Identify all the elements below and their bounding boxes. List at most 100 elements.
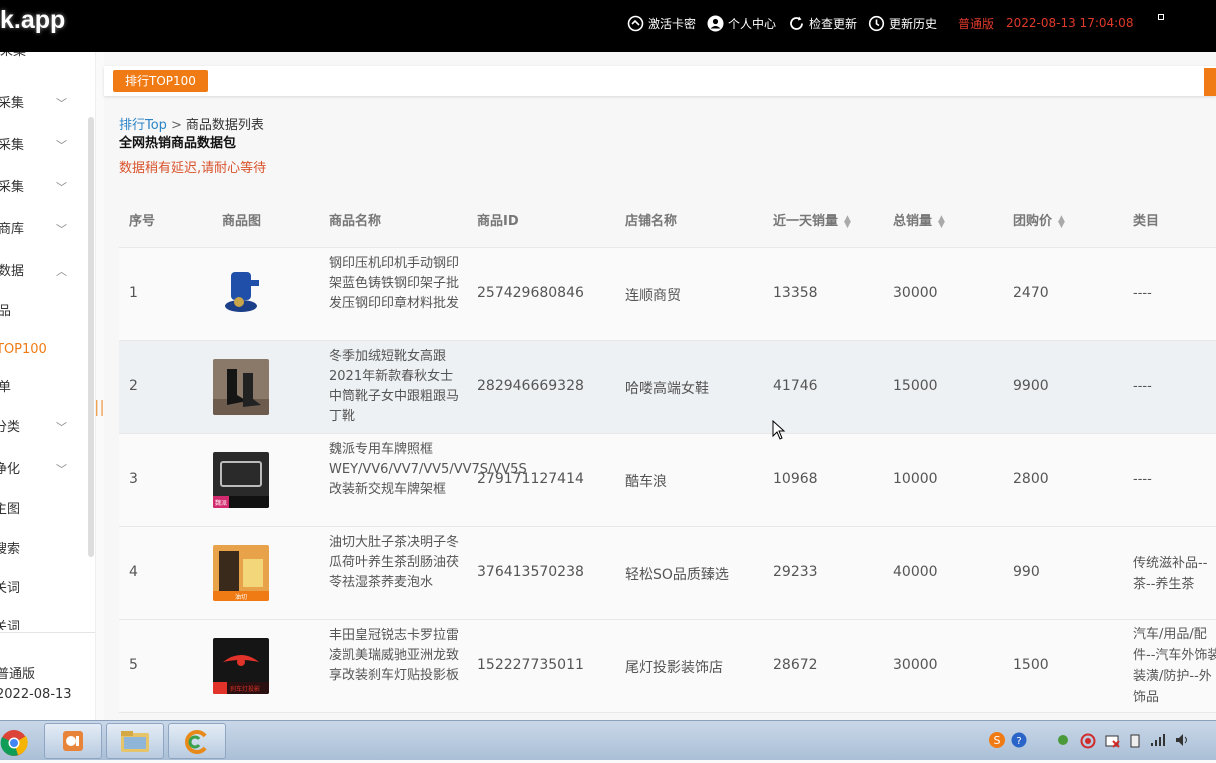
total-sales: 30000 <box>893 657 938 673</box>
profile-button[interactable]: 个人中心 <box>707 13 776 33</box>
tray-app-icon[interactable] <box>1056 733 1070 750</box>
product-name: 油切大肚子茶决明子冬瓜荷叶养生茶刮肠油茯苓祛湿茶荞麦泡水 <box>329 535 460 590</box>
product-thumbnail[interactable]: 油切 <box>213 545 269 601</box>
sort-icon[interactable]: ▲ ▼ <box>844 214 851 229</box>
tab-scroll-right-button[interactable] <box>1204 68 1216 96</box>
breadcrumb-separator: > <box>170 118 182 133</box>
sidebar-item-category[interactable]: 分类 ﹀ <box>0 416 84 440</box>
sidebar-subitem-product[interactable]: 品 <box>0 300 84 324</box>
explorer-taskbar-button[interactable] <box>106 723 164 759</box>
user-icon <box>707 15 724 32</box>
product-name: 丰田皇冠锐志卡罗拉雷凌凯美瑞威驰亚洲龙致享改装刹车灯贴投影板 <box>329 628 460 683</box>
header-total-sales-label: 总销量 <box>893 214 933 229</box>
shop-name: 哈喽高端女鞋 <box>625 381 709 397</box>
product-table: 序号 商品图 商品名称 商品ID 店铺名称 近一天销量 ▲ ▼ 总销量 ▲ ▼ 团购价 ▲… <box>119 190 1216 713</box>
product-thumbnail[interactable] <box>213 359 269 415</box>
sidebar-item-collect-1[interactable]: 采集 ﹀ <box>0 92 84 116</box>
update-history-label: 更新历史 <box>889 16 938 31</box>
table-row[interactable]: 4 油切 油切大肚子茶决明子冬瓜荷叶养生茶刮肠油茯苓祛湿茶荞麦泡水 376413… <box>119 527 1216 620</box>
category: ---- <box>1133 472 1152 487</box>
shop-name: 轻松SO品质臻选 <box>625 567 729 583</box>
activate-key-label: 激活卡密 <box>648 16 697 31</box>
header-id: 商品ID <box>477 214 519 229</box>
sort-icon[interactable]: ▲ ▼ <box>1058 214 1065 229</box>
product-id: 282946669328 <box>477 378 584 394</box>
chevron-down-icon: ﹀ <box>56 97 67 110</box>
group-price: 2470 <box>1013 285 1049 301</box>
sidebar-item-label: 数据 <box>0 264 25 279</box>
app-taskbar-button-2[interactable] <box>168 723 226 759</box>
table-row[interactable]: 2 冬季加绒短靴女高跟2021年新款春秋女士中筒靴子女中跟粗跟马丁靴 28294… <box>119 341 1216 434</box>
activate-key-button[interactable]: 激活卡密 <box>627 13 696 33</box>
tab-bar: 排行TOP100 <box>104 66 1216 96</box>
sidebar-item-keyword-1[interactable]: 关词 <box>0 577 84 601</box>
row-index: 3 <box>129 471 138 487</box>
table-row[interactable]: 3 魏派 魏派专用车牌照框WEY/VV6/VV7/VV5/VV7S/VV5S改装… <box>119 434 1216 527</box>
sort-icon[interactable]: ▲ ▼ <box>938 214 945 229</box>
day-sales: 13358 <box>773 285 818 301</box>
sidebar-item-label: 主图 <box>0 502 21 517</box>
sidebar-item-label: 关词 <box>0 581 21 596</box>
product-id: 257429680846 <box>477 285 584 301</box>
group-price: 990 <box>1013 564 1040 580</box>
sidebar-footer-edition: 普通版 <box>0 667 36 682</box>
header-day-sales[interactable]: 近一天销量 ▲ ▼ <box>773 210 851 229</box>
tray-volume-icon[interactable] <box>1174 733 1190 750</box>
main-content: 排行TOP100 || 排行Top > 商品数据列表 全网热销商品数据包 数据稍有延… <box>94 52 1216 720</box>
header-group-price[interactable]: 团购价 ▲ ▼ <box>1013 210 1065 229</box>
chrome-icon <box>0 730 28 756</box>
tray-help-icon[interactable]: ? <box>1011 731 1027 752</box>
total-sales: 40000 <box>893 564 938 580</box>
sidebar: 采集 采集 ﹀ 采集 ﹀ 采集 ﹀ 商库 ﹀ 数据 ︿ 品 TOP100 单 分类 ﹀ 净化… <box>0 52 96 720</box>
sidebar-item-collect-3[interactable]: 采集 ﹀ <box>0 176 84 200</box>
category: ---- <box>1133 379 1152 394</box>
category: 汽车/用品/配件--汽车外饰装装潢/防护--外饰品 <box>1133 627 1216 705</box>
table-row[interactable]: 1 钢印压机印机手动钢印架蓝色铸铁钢印架子批发压钢印印章材料批发 2574296… <box>119 248 1216 341</box>
app-taskbar-button-1[interactable] <box>44 723 102 759</box>
shop-name: 连顺商贸 <box>625 288 681 304</box>
thumbnail-tag: 魏派 <box>215 499 227 507</box>
sidebar-item-main-image[interactable]: 主图 <box>0 498 84 522</box>
tray-sogou-icon[interactable]: S <box>988 731 1006 752</box>
tray-signal-icon[interactable] <box>1150 733 1166 750</box>
app-icon <box>63 731 83 751</box>
splitter-handle[interactable]: || <box>94 397 105 416</box>
update-history-button[interactable]: 更新历史 <box>868 13 937 33</box>
sidebar-subitem-top100[interactable]: TOP100 <box>0 338 84 362</box>
sidebar-scrollbar[interactable] <box>88 117 94 557</box>
sidebar-item-store[interactable]: 商库 ﹀ <box>0 218 84 242</box>
window-control-icon[interactable] <box>1158 14 1164 20</box>
check-update-button[interactable]: 检查更新 <box>788 13 857 33</box>
total-sales: 30000 <box>893 285 938 301</box>
sidebar-item-partial[interactable]: 采集 <box>0 52 84 66</box>
chrome-taskbar-button[interactable] <box>0 723 40 759</box>
row-index: 1 <box>129 285 138 301</box>
sidebar-divider <box>0 632 95 633</box>
activate-icon <box>627 15 644 32</box>
tray-record-icon[interactable] <box>1080 733 1096 752</box>
shop-name: 酷车浪 <box>625 474 667 490</box>
refresh-icon <box>788 15 805 32</box>
table-row[interactable]: 5 刹车灯投影 丰田皇冠锐志卡罗拉雷凌凯美瑞威驰亚洲龙致享改装刹车灯贴投影板 1… <box>119 620 1216 713</box>
group-price: 1500 <box>1013 657 1049 673</box>
sidebar-item-data[interactable]: 数据 ︿ <box>0 260 84 284</box>
chevron-down-icon: ﹀ <box>56 139 67 152</box>
sidebar-item-keyword-2[interactable]: 关词 <box>0 616 84 630</box>
history-icon <box>868 15 885 32</box>
product-thumbnail[interactable]: 刹车灯投影 <box>213 638 269 694</box>
product-thumbnail[interactable]: 魏派 <box>213 452 269 508</box>
tray-usb-icon[interactable] <box>1128 733 1142 752</box>
header-total-sales[interactable]: 总销量 ▲ ▼ <box>893 210 945 229</box>
day-sales: 29233 <box>773 564 818 580</box>
sidebar-item-purify[interactable]: 净化 ﹀ <box>0 458 84 482</box>
group-price: 9900 <box>1013 378 1049 394</box>
product-thumbnail[interactable] <box>213 266 269 322</box>
sidebar-item-search[interactable]: 搜索 <box>0 538 84 562</box>
page-title: 全网热销商品数据包 <box>119 136 237 151</box>
sidebar-subitem-order[interactable]: 单 <box>0 376 84 400</box>
edition-badge: 普通版 <box>958 16 995 31</box>
tray-network-warning-icon[interactable] <box>1104 733 1120 752</box>
sidebar-item-collect-2[interactable]: 采集 ﹀ <box>0 134 84 158</box>
tab-top100[interactable]: 排行TOP100 <box>113 70 208 92</box>
breadcrumb-link[interactable]: 排行Top <box>119 118 167 133</box>
